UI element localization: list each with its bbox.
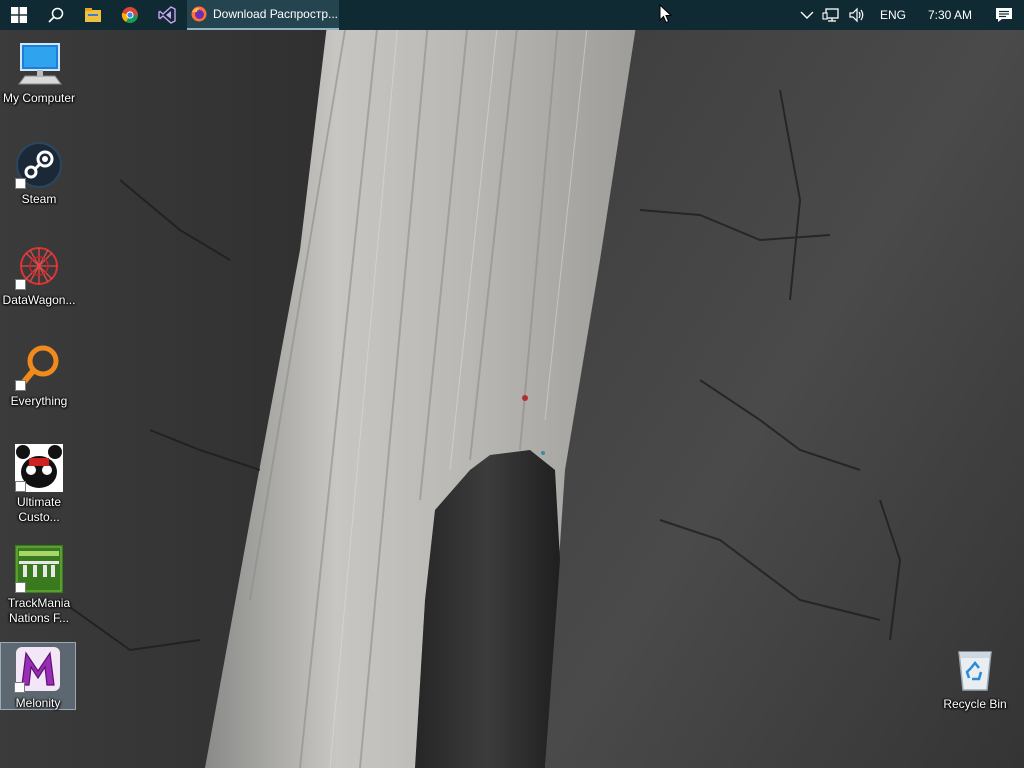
network-icon bbox=[822, 8, 839, 22]
desktop-icon-label: TrackMania Nations F... bbox=[7, 596, 71, 625]
mouse-cursor-icon bbox=[659, 4, 673, 24]
taskbar: Download Распростр... ENG 7:30 AM bbox=[0, 0, 1024, 30]
chrome-icon bbox=[121, 7, 138, 23]
desktop-icon-label: Everything bbox=[10, 394, 68, 408]
chevron-up-icon bbox=[800, 11, 814, 19]
windows-logo-icon bbox=[10, 7, 27, 23]
desktop-icon-label: Recycle Bin bbox=[943, 697, 1007, 711]
desktop-wallpaper bbox=[0, 0, 1024, 768]
tray-volume[interactable] bbox=[844, 0, 870, 30]
melonity-icon bbox=[14, 645, 62, 693]
shortcut-arrow-icon bbox=[15, 178, 26, 189]
shortcut-arrow-icon bbox=[15, 582, 26, 593]
file-explorer-icon bbox=[84, 8, 101, 22]
speaker-icon bbox=[849, 7, 864, 23]
action-center-icon bbox=[996, 8, 1012, 22]
shortcut-arrow-icon bbox=[14, 682, 25, 693]
desktop-icon-label: Ultimate Custo... bbox=[16, 495, 61, 524]
start-button[interactable] bbox=[0, 0, 37, 30]
desktop-icon-label: DataWagon... bbox=[2, 293, 76, 307]
taskbar-chrome[interactable] bbox=[111, 0, 148, 30]
trackmania-icon bbox=[15, 545, 63, 593]
datawagon-icon bbox=[15, 242, 63, 290]
taskbar-file-explorer[interactable] bbox=[74, 0, 111, 30]
desktop-icon-steam[interactable]: Steam bbox=[1, 139, 77, 207]
desktop-icon-ultimate-custom-night[interactable]: Ultimate Custo... bbox=[1, 442, 77, 525]
search-button[interactable] bbox=[37, 0, 74, 30]
desktop-icon-everything[interactable]: Everything bbox=[1, 341, 77, 409]
desktop-icon-label: Melonity bbox=[15, 696, 61, 710]
visual-studio-icon bbox=[157, 6, 176, 24]
ucn-icon bbox=[15, 444, 63, 492]
action-center-button[interactable] bbox=[984, 0, 1024, 30]
taskbar-window-firefox[interactable]: Download Распростр... bbox=[187, 0, 339, 30]
desktop-icon-label: Steam bbox=[21, 192, 57, 206]
computer-icon bbox=[15, 40, 63, 88]
tray-overflow-button[interactable] bbox=[796, 0, 818, 30]
tray-clock[interactable]: 7:30 AM bbox=[916, 0, 984, 30]
tray-network[interactable] bbox=[818, 0, 844, 30]
desktop-icon-label: My Computer bbox=[2, 91, 76, 105]
search-icon bbox=[47, 7, 63, 23]
firefox-icon bbox=[191, 6, 207, 22]
desktop-icon-my-computer[interactable]: My Computer bbox=[1, 38, 77, 106]
shortcut-arrow-icon bbox=[15, 380, 26, 391]
system-tray: ENG 7:30 AM bbox=[796, 0, 1024, 30]
shortcut-arrow-icon bbox=[15, 481, 26, 492]
taskbar-visual-studio[interactable] bbox=[148, 0, 185, 30]
desktop-icon-datawagon[interactable]: DataWagon... bbox=[1, 240, 77, 308]
taskbar-window-label: Download Распростр... bbox=[213, 7, 338, 21]
desktop-icon-recycle-bin[interactable]: Recycle Bin bbox=[937, 644, 1013, 712]
steam-icon bbox=[15, 141, 63, 189]
desktop-icon-trackmania[interactable]: TrackMania Nations F... bbox=[1, 543, 77, 626]
shortcut-arrow-icon bbox=[15, 279, 26, 290]
everything-search-icon bbox=[15, 343, 63, 391]
desktop-icon-melonity[interactable]: Melonity bbox=[0, 642, 76, 710]
tray-language[interactable]: ENG bbox=[870, 0, 916, 30]
recycle-bin-icon bbox=[951, 646, 999, 694]
